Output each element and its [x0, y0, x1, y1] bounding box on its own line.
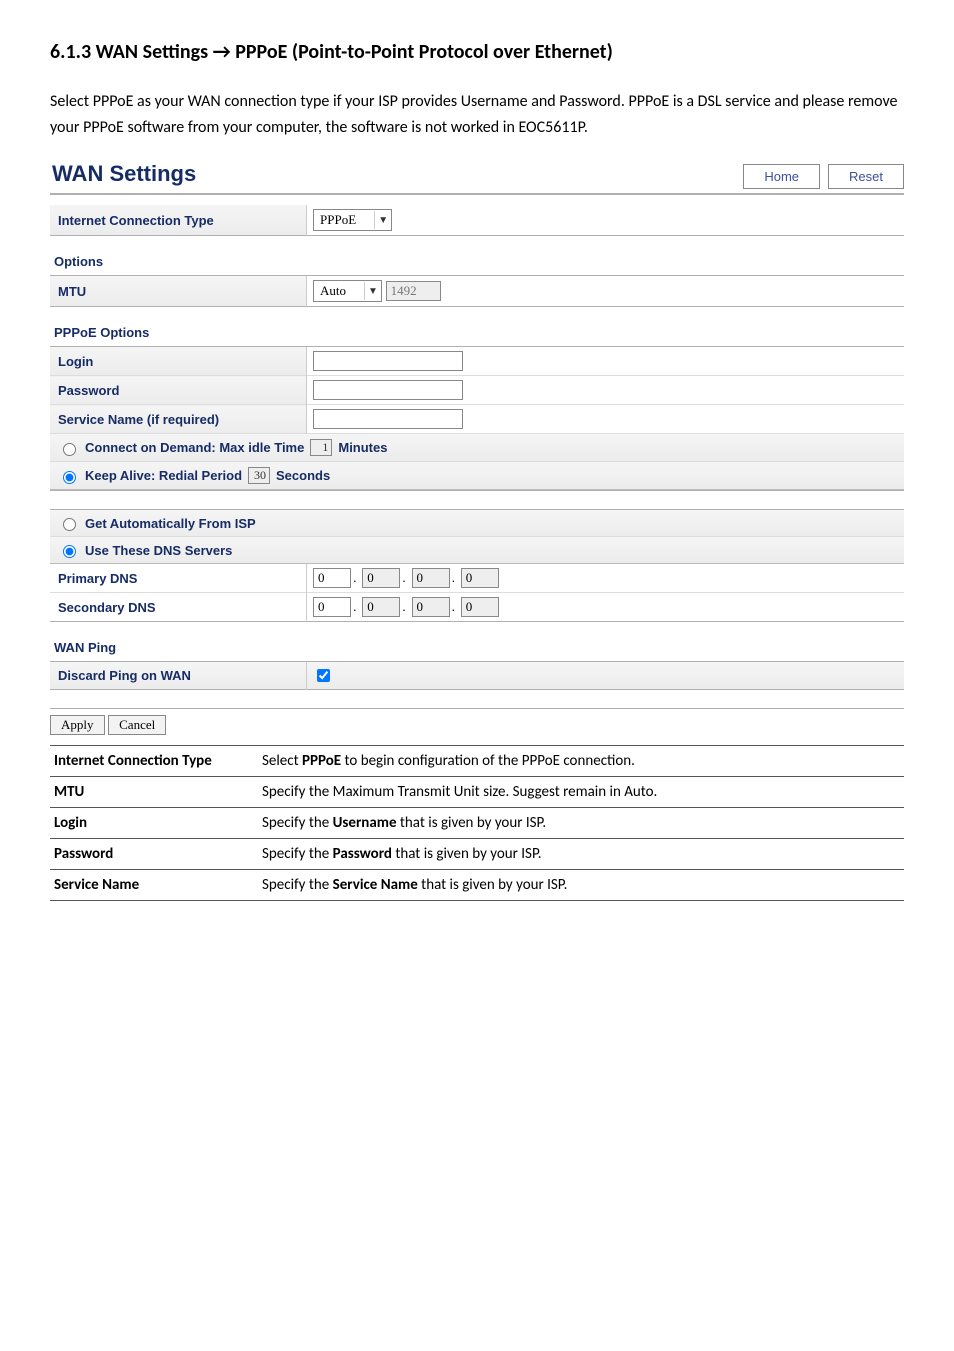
connect-on-demand-radio[interactable]: [63, 443, 76, 456]
conn-type-value: PPPoE: [314, 212, 374, 228]
page-heading: 6.1.3 WAN Settings → PPPoE (Point-to-Poi…: [50, 40, 904, 64]
desc-row: Internet Connection TypeSelect PPPoE to …: [50, 746, 904, 777]
mtu-mode-value: Auto: [314, 283, 364, 299]
desc-row: Service NameSpecify the Service Name tha…: [50, 870, 904, 901]
secondary-dns-oct1[interactable]: [313, 597, 351, 617]
pppoe-heading: PPPoE Options: [50, 309, 904, 347]
chevron-down-icon: ▼: [364, 282, 381, 300]
desc-row: PasswordSpecify the Password that is giv…: [50, 839, 904, 870]
dns-use-label: Use These DNS Servers: [85, 543, 232, 558]
desc-row: LoginSpecify the Username that is given …: [50, 808, 904, 839]
dns-auto-label: Get Automatically From ISP: [85, 516, 256, 531]
wanping-heading: WAN Ping: [50, 624, 904, 662]
dns-auto-radio[interactable]: [63, 518, 76, 531]
primary-dns-oct2[interactable]: [362, 568, 400, 588]
panel-title: WAN Settings: [50, 155, 196, 193]
secondary-dns-oct2[interactable]: [362, 597, 400, 617]
mtu-value-input[interactable]: [386, 281, 441, 301]
desc-key: Internet Connection Type: [50, 746, 258, 777]
minutes-label: Minutes: [338, 440, 387, 455]
desc-value: Select PPPoE to begin configuration of t…: [258, 746, 904, 777]
desc-value: Specify the Service Name that is given b…: [258, 870, 904, 901]
keep-alive-label: Keep Alive: Redial Period: [85, 468, 242, 483]
cancel-button[interactable]: Cancel: [108, 715, 166, 735]
chevron-down-icon: ▼: [374, 211, 391, 229]
home-button[interactable]: Home: [743, 164, 820, 189]
desc-value: Specify the Maximum Transmit Unit size. …: [258, 777, 904, 808]
service-name-input[interactable]: [313, 409, 463, 429]
primary-dns-oct3[interactable]: [412, 568, 450, 588]
redial-period-value[interactable]: 30: [248, 467, 270, 484]
description-table: Internet Connection TypeSelect PPPoE to …: [50, 745, 904, 901]
service-name-label: Service Name (if required): [50, 405, 307, 434]
primary-dns-oct1[interactable]: [313, 568, 351, 588]
keep-alive-radio[interactable]: [63, 471, 76, 484]
login-input[interactable]: [313, 351, 463, 371]
apply-button[interactable]: Apply: [50, 715, 105, 735]
secondary-dns-label: Secondary DNS: [50, 593, 307, 622]
mtu-mode-select[interactable]: Auto ▼: [313, 280, 382, 302]
secondary-dns-oct4[interactable]: [461, 597, 499, 617]
discard-ping-label: Discard Ping on WAN: [50, 662, 307, 690]
desc-key: Service Name: [50, 870, 258, 901]
dns-use-radio[interactable]: [63, 545, 76, 558]
intro-text: Select PPPoE as your WAN connection type…: [50, 89, 904, 140]
login-label: Login: [50, 347, 307, 376]
connect-on-demand-label: Connect on Demand: Max idle Time: [85, 440, 304, 455]
desc-row: MTUSpecify the Maximum Transmit Unit siz…: [50, 777, 904, 808]
discard-ping-checkbox[interactable]: [317, 669, 330, 682]
desc-value: Specify the Password that is given by yo…: [258, 839, 904, 870]
mtu-label: MTU: [50, 276, 307, 307]
desc-key: Login: [50, 808, 258, 839]
seconds-label: Seconds: [276, 468, 330, 483]
desc-key: Password: [50, 839, 258, 870]
primary-dns-oct4[interactable]: [461, 568, 499, 588]
desc-key: MTU: [50, 777, 258, 808]
options-heading: Options: [50, 238, 904, 276]
desc-value: Specify the Username that is given by yo…: [258, 808, 904, 839]
conn-type-label: Internet Connection Type: [50, 205, 307, 236]
primary-dns-label: Primary DNS: [50, 564, 307, 593]
conn-type-select[interactable]: PPPoE ▼: [313, 209, 392, 231]
secondary-dns-oct3[interactable]: [412, 597, 450, 617]
password-input[interactable]: [313, 380, 463, 400]
password-label: Password: [50, 376, 307, 405]
max-idle-value[interactable]: 1: [310, 439, 332, 456]
reset-button[interactable]: Reset: [828, 164, 904, 189]
